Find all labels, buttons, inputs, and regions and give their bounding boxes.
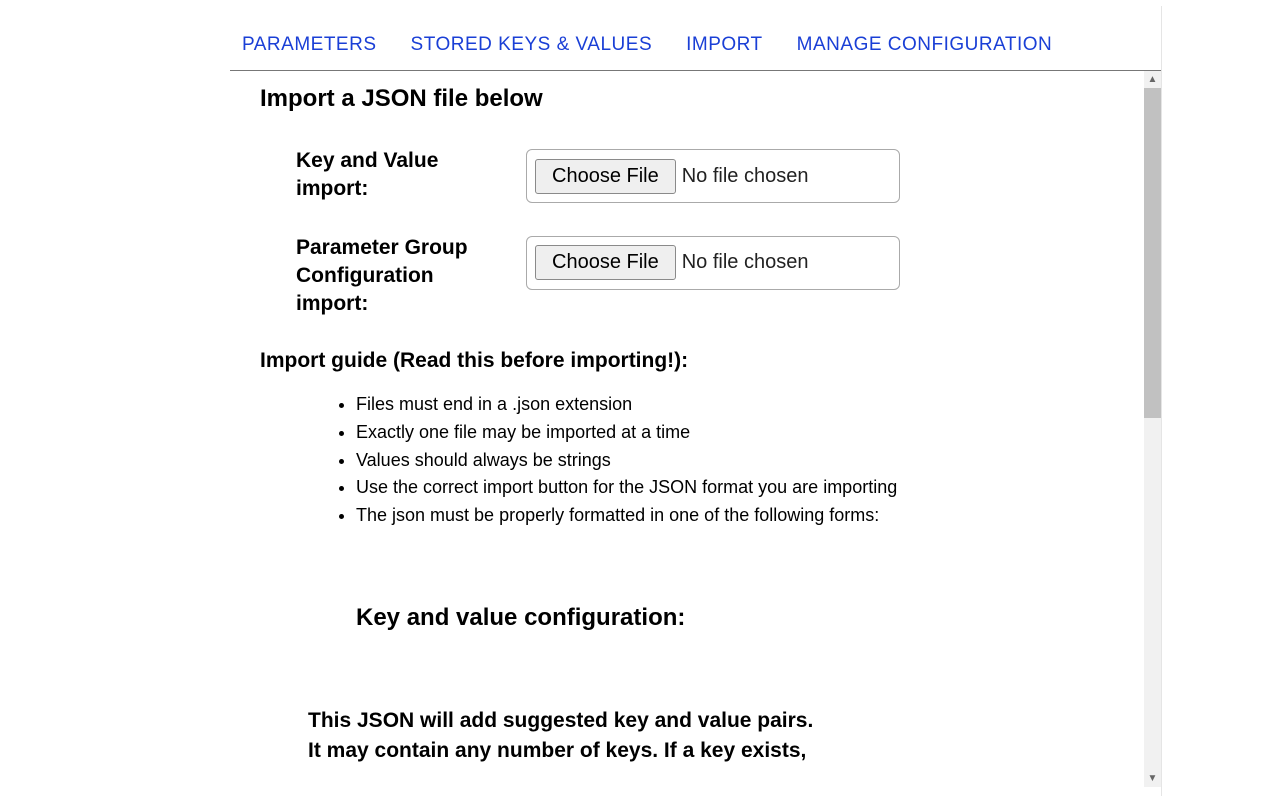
import-guide-list: Files must end in a .json extension Exac… [260, 391, 1030, 530]
desc-line: This JSON will add suggested key and val… [308, 709, 813, 732]
list-item: Files must end in a .json extension [356, 391, 1030, 419]
list-item: Use the correct import button for the JS… [356, 474, 1030, 502]
param-group-import-row: Parameter Group Configuration import: Ch… [260, 234, 1030, 319]
import-guide-heading: Import guide (Read this before importing… [260, 349, 1030, 373]
key-value-file-input[interactable]: Choose File No file chosen [526, 149, 900, 203]
param-group-file-status: No file chosen [682, 251, 809, 274]
scrollbar[interactable]: ▲ ▼ [1144, 71, 1161, 787]
tab-manage-configuration[interactable]: MANAGE CONFIGURATION [797, 34, 1053, 56]
kv-config-heading: Key and value configuration: [356, 604, 1030, 632]
tab-bar: PARAMETERS STORED KEYS & VALUES IMPORT M… [230, 6, 1161, 71]
key-value-file-status: No file chosen [682, 165, 809, 188]
tab-parameters[interactable]: PARAMETERS [242, 34, 377, 56]
config-panel: PARAMETERS STORED KEYS & VALUES IMPORT M… [230, 6, 1162, 796]
list-item: Exactly one file may be imported at a ti… [356, 419, 1030, 447]
param-group-choose-file-button[interactable]: Choose File [535, 245, 676, 280]
param-group-file-input[interactable]: Choose File No file chosen [526, 236, 900, 290]
list-item: Values should always be strings [356, 447, 1030, 475]
scroll-up-icon[interactable]: ▲ [1144, 71, 1161, 88]
scroll-thumb[interactable] [1144, 88, 1161, 418]
tab-import[interactable]: IMPORT [686, 34, 763, 56]
desc-line: It may contain any number of keys. If a … [308, 739, 806, 762]
import-content: Import a JSON file below Key and Value i… [230, 71, 1030, 785]
import-heading: Import a JSON file below [260, 85, 1030, 113]
kv-config-description: This JSON will add suggested key and val… [308, 706, 948, 765]
param-group-import-label: Parameter Group Configuration import: [296, 234, 526, 319]
scroll-down-icon[interactable]: ▼ [1144, 770, 1161, 787]
scroll-area: Import a JSON file below Key and Value i… [230, 71, 1161, 787]
tab-stored-keys-values[interactable]: STORED KEYS & VALUES [411, 34, 653, 56]
list-item: The json must be properly formatted in o… [356, 502, 1030, 530]
key-value-import-label: Key and Value import: [296, 147, 526, 204]
key-value-choose-file-button[interactable]: Choose File [535, 159, 676, 194]
key-value-import-row: Key and Value import: Choose File No fil… [260, 147, 1030, 204]
